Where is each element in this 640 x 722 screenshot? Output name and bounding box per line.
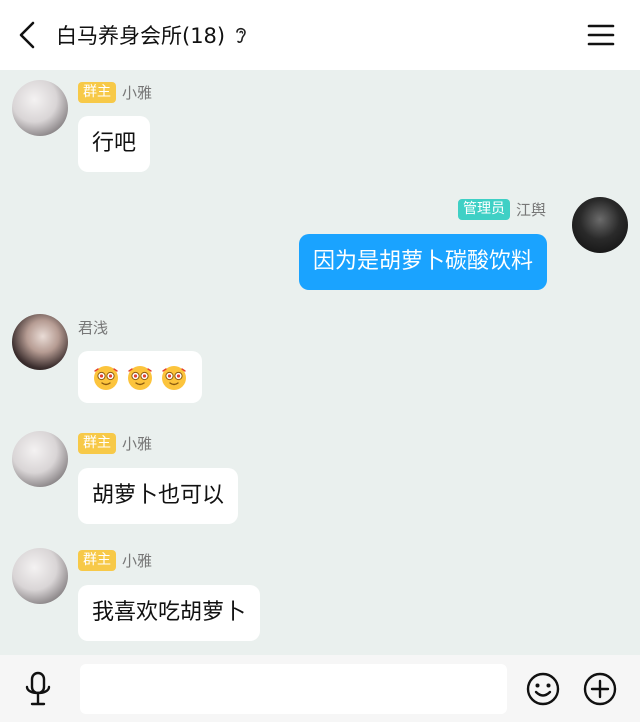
avatar[interactable] [12,431,68,487]
chat-message-list[interactable]: 群主 小雅 行吧 管理员 江舆 因为是胡萝卜碳酸饮料 君浅 群主 小雅 胡萝卜也… [0,70,640,655]
smiley-icon [526,672,560,706]
sender-name: 君浅 [78,318,109,337]
message-meta: 群主 小雅 [78,81,152,103]
owner-badge: 群主 [78,549,116,571]
message-meta: 群主 小雅 [78,549,152,571]
back-button[interactable] [14,18,44,52]
plus-circle-icon [583,672,617,706]
menu-button[interactable] [586,20,616,50]
avatar[interactable] [12,548,68,604]
avatar[interactable] [572,197,628,253]
sender-name: 江舆 [516,200,547,219]
starry-eyed-face-icon [162,366,186,390]
starry-eyed-face-icon [94,366,118,390]
message-bubble[interactable]: 因为是胡萝卜碳酸饮料 [299,234,548,290]
message-meta: 君浅 [78,316,108,338]
starry-eyed-face-icon [128,366,152,390]
admin-badge: 管理员 [458,198,510,220]
sender-name: 小雅 [122,434,153,453]
message-meta: 群主 小雅 [78,432,152,454]
hamburger-menu-icon [587,24,615,46]
avatar[interactable] [12,80,68,136]
message-meta: 管理员 江舆 [458,198,546,220]
chevron-left-icon [19,21,35,49]
sender-name: 小雅 [122,551,153,570]
message-bubble[interactable] [78,351,202,403]
input-bar [0,655,640,722]
emoji-button[interactable] [525,671,561,707]
message-bubble[interactable]: 我喜欢吃胡萝卜 [78,585,261,641]
microphone-icon [25,671,51,706]
message-bubble[interactable]: 行吧 [78,116,151,172]
sender-name: 小雅 [122,83,153,102]
owner-badge: 群主 [78,81,116,103]
owner-badge: 群主 [78,432,116,454]
emoji-row [92,363,188,391]
message-bubble[interactable]: 胡萝卜也可以 [78,468,239,524]
chat-title: 白马养身会所(18) [56,24,226,48]
more-button[interactable] [582,671,618,707]
top-bar: 白马养身会所(18) [0,0,640,70]
message-input[interactable] [80,664,507,714]
chat-title-area: 白马养身会所(18) [56,20,249,50]
ear-icon [236,27,246,43]
voice-button[interactable] [22,671,54,707]
avatar[interactable] [12,314,68,370]
